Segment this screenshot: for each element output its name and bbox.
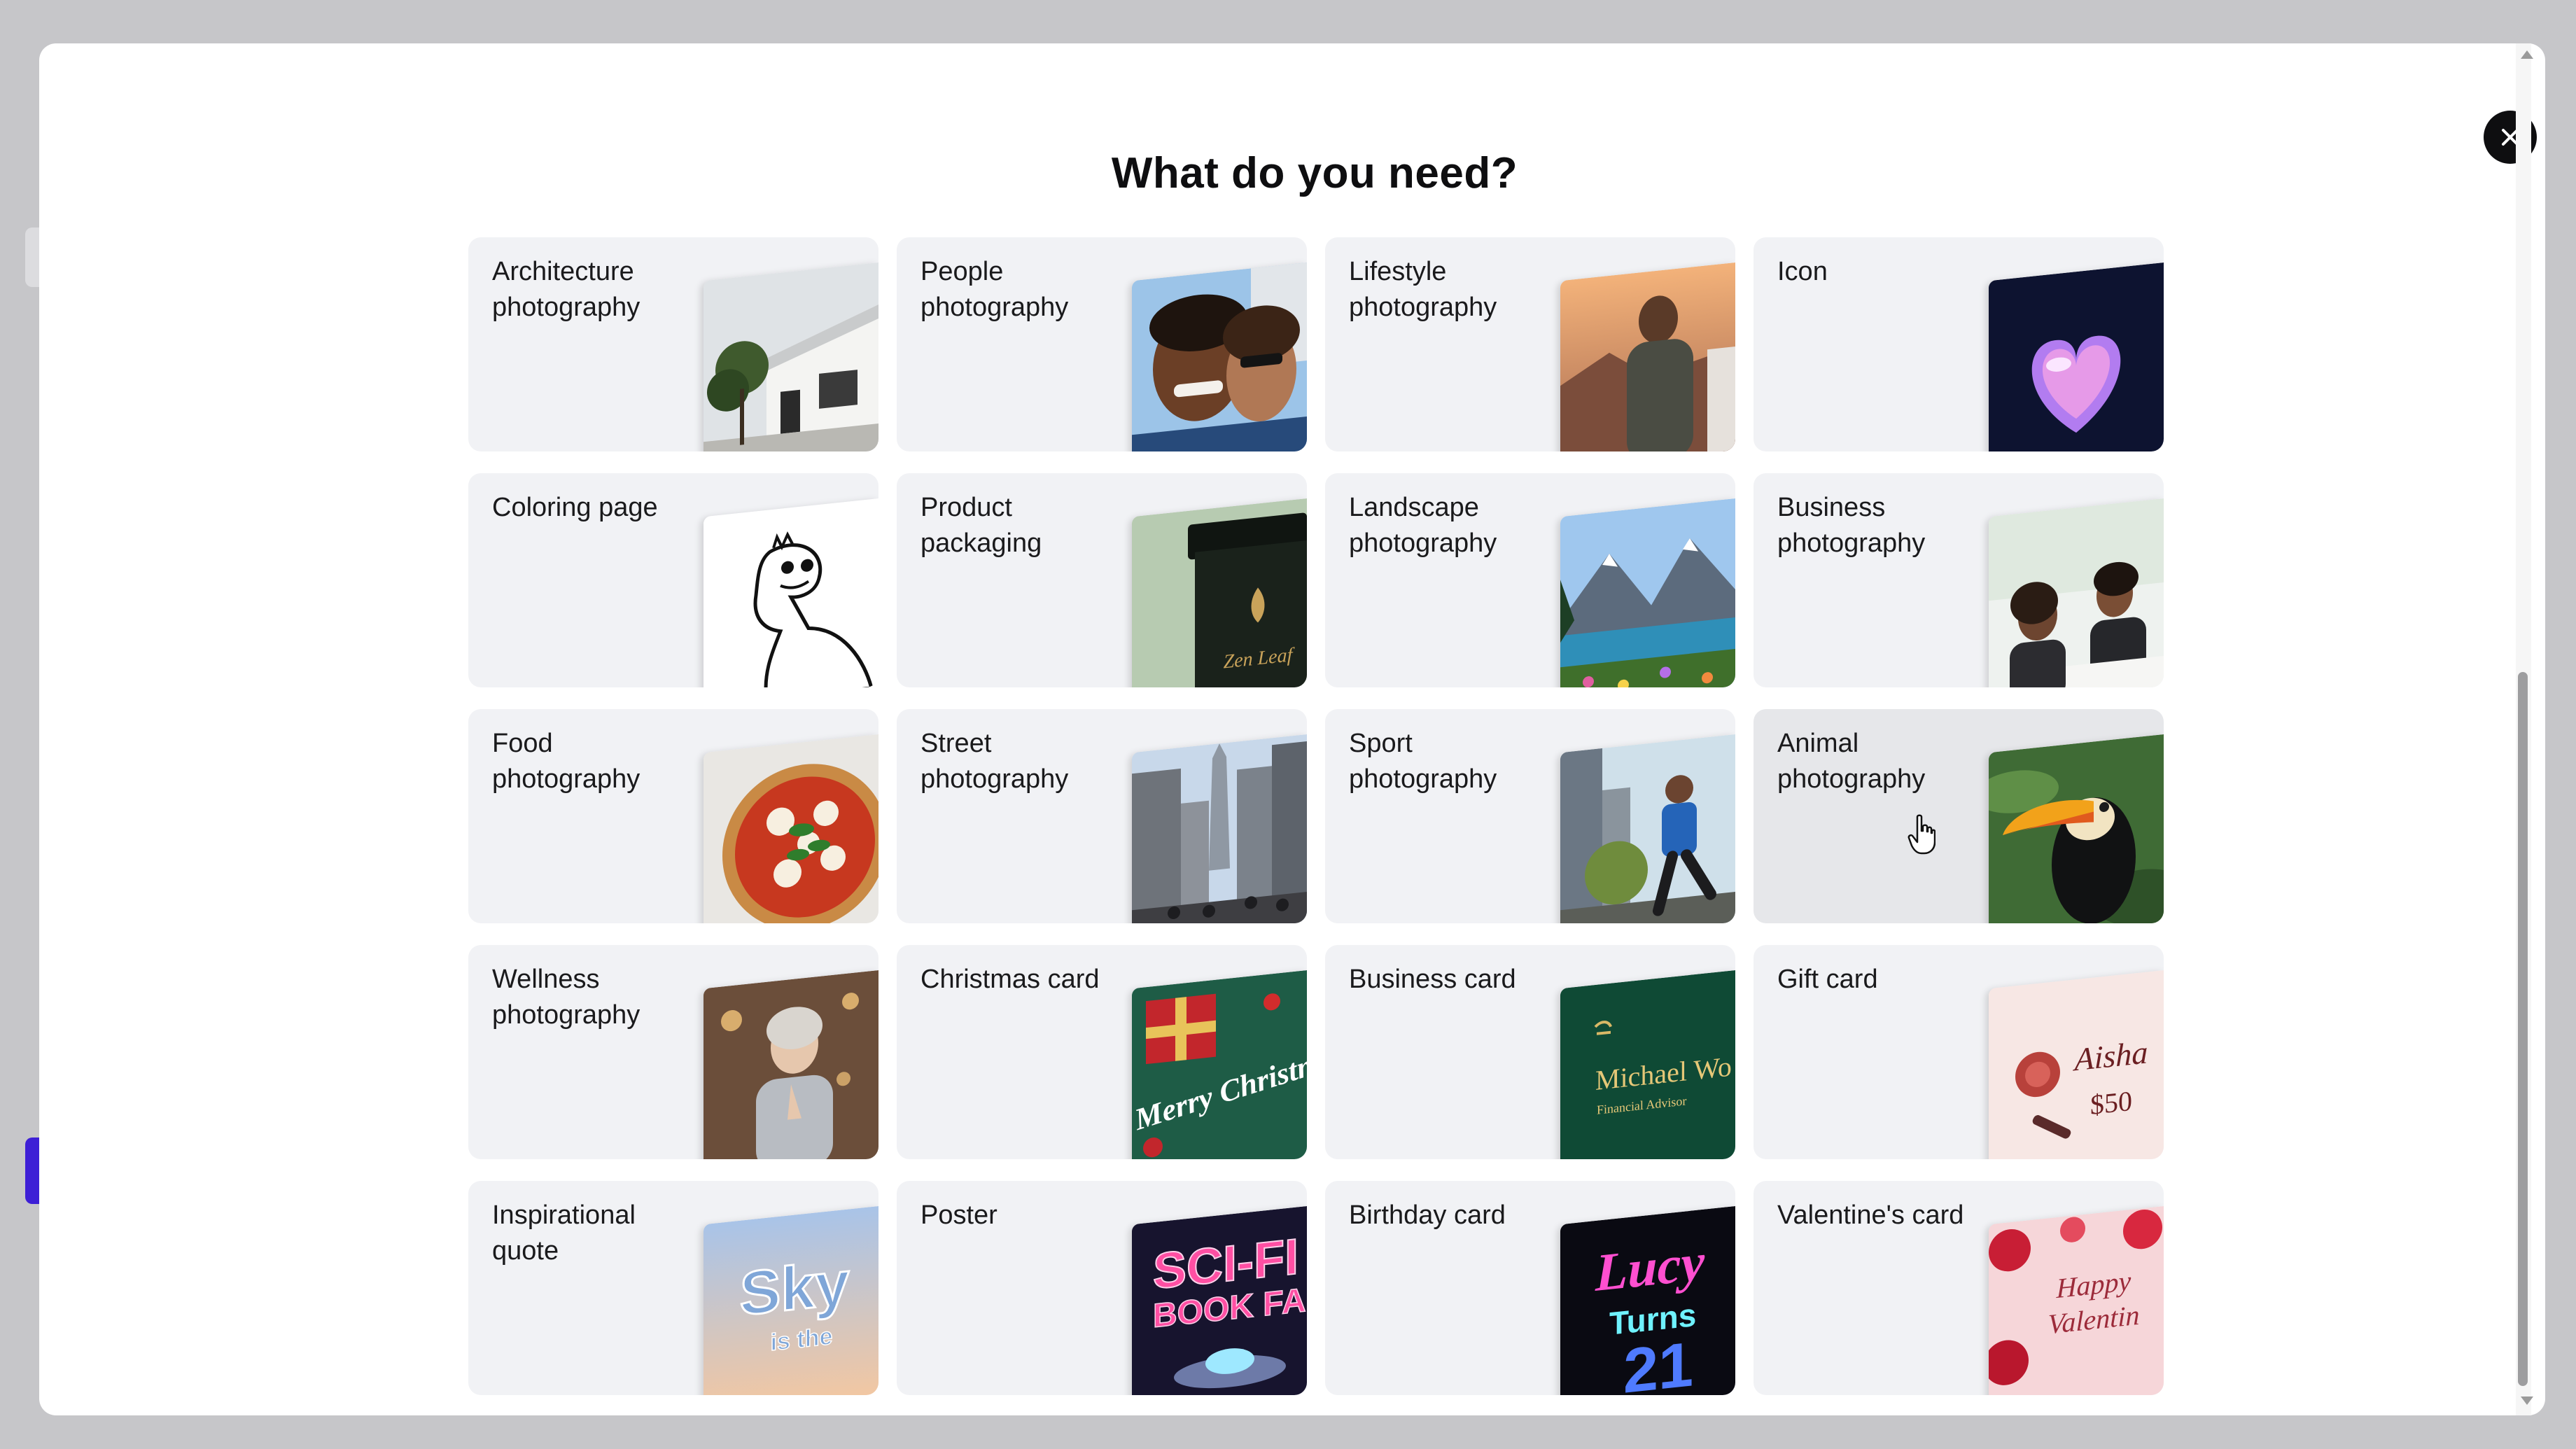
- card-valentines-card[interactable]: Valentine's card Happy Valentin: [1754, 1181, 2164, 1395]
- birthday-age: 21: [1623, 1329, 1693, 1395]
- birthday-name: Lucy: [1595, 1233, 1705, 1303]
- card-birthday-card[interactable]: Birthday card Lucy Turns 21: [1325, 1181, 1735, 1395]
- tea-jar-thumbnail: Zen Leaf: [1132, 498, 1307, 687]
- card-label: Sport photography: [1349, 729, 1497, 794]
- card-label: Inspirational quote: [492, 1200, 636, 1266]
- card-label: Business card: [1349, 965, 1516, 994]
- pizza-thumbnail: [704, 734, 878, 923]
- card-label: Coloring page: [492, 493, 658, 522]
- card-poster[interactable]: Poster SCI-FI BOOK FA: [897, 1181, 1307, 1395]
- card-label: Business photography: [1777, 493, 1926, 558]
- scroll-down-arrow-icon[interactable]: [2521, 1396, 2533, 1405]
- card-label: Icon: [1777, 257, 1828, 286]
- christmas-card-thumbnail: Merry Christm: [1132, 970, 1307, 1159]
- card-label: Christmas card: [920, 965, 1100, 994]
- card-business-photography[interactable]: Business photography: [1754, 473, 2164, 687]
- business-card-thumbnail: Michael Wo Financial Advisor: [1560, 970, 1735, 1159]
- card-landscape-photography[interactable]: Landscape photography: [1325, 473, 1735, 687]
- card-inspirational-quote[interactable]: Inspirational quote Sky is the: [468, 1181, 878, 1395]
- card-label: Lifestyle photography: [1349, 257, 1497, 322]
- card-wellness-photography[interactable]: Wellness photography: [468, 945, 878, 1159]
- sky-quote-thumbnail: Sky is the: [704, 1206, 878, 1395]
- card-street-photography[interactable]: Street photography: [897, 709, 1307, 923]
- card-label: Poster: [920, 1200, 997, 1230]
- card-label: Animal photography: [1777, 729, 1926, 794]
- meeting-thumbnail: [1989, 498, 2164, 687]
- scifi-poster-thumbnail: SCI-FI BOOK FA: [1132, 1206, 1307, 1395]
- background-accent-tab: [25, 1138, 41, 1204]
- architecture-thumbnail: [704, 262, 878, 451]
- card-animal-photography[interactable]: Animal photography: [1754, 709, 2164, 923]
- card-gift-card[interactable]: Gift card Aisha $50: [1754, 945, 2164, 1159]
- card-label: Landscape photography: [1349, 493, 1497, 558]
- card-label: Gift card: [1777, 965, 1878, 994]
- card-label: Street photography: [920, 729, 1069, 794]
- card-label: Product packaging: [920, 493, 1042, 558]
- city-street-thumbnail: [1132, 734, 1307, 923]
- card-sport-photography[interactable]: Sport photography: [1325, 709, 1735, 923]
- quote-main-text: Sky: [740, 1248, 850, 1329]
- scrollbar-thumb[interactable]: [2518, 672, 2528, 1386]
- card-label: People photography: [920, 257, 1069, 322]
- card-people-photography[interactable]: People photography: [897, 237, 1307, 451]
- card-christmas-card[interactable]: Christmas card Merry Christm: [897, 945, 1307, 1159]
- card-architecture-photography[interactable]: Architecture photography: [468, 237, 878, 451]
- template-picker-modal: What do you need? Architecture photograp…: [39, 43, 2545, 1415]
- card-label: Valentine's card: [1777, 1200, 1964, 1230]
- card-food-photography[interactable]: Food photography: [468, 709, 878, 923]
- lifestyle-thumbnail: [1560, 262, 1735, 451]
- meditation-thumbnail: [704, 970, 878, 1159]
- gift-card-thumbnail: Aisha $50: [1989, 970, 2164, 1159]
- card-label: Birthday card: [1349, 1200, 1506, 1230]
- card-product-packaging[interactable]: Product packaging Zen Leaf: [897, 473, 1307, 687]
- card-label: Architecture photography: [492, 257, 640, 322]
- card-label: Wellness photography: [492, 965, 640, 1030]
- dinosaur-coloring-thumbnail: [704, 498, 878, 687]
- birthday-card-thumbnail: Lucy Turns 21: [1560, 1206, 1735, 1395]
- gift-card-amount: $50: [2090, 1085, 2132, 1121]
- card-lifestyle-photography[interactable]: Lifestyle photography: [1325, 237, 1735, 451]
- mountain-lake-thumbnail: [1560, 498, 1735, 687]
- card-business-card[interactable]: Business card Michael Wo Financial Advis…: [1325, 945, 1735, 1159]
- valentine-card-thumbnail: Happy Valentin: [1989, 1206, 2164, 1395]
- toucan-thumbnail: [1989, 734, 2164, 923]
- modal-title: What do you need?: [1111, 149, 1518, 197]
- heart-icon-thumbnail: [1989, 262, 2164, 451]
- background-tab: [25, 227, 41, 287]
- card-icon[interactable]: Icon: [1754, 237, 2164, 451]
- scroll-up-arrow-icon[interactable]: [2521, 50, 2533, 59]
- card-label: Food photography: [492, 729, 640, 794]
- people-thumbnail: [1132, 262, 1307, 451]
- hand-pointer-cursor-icon: [1907, 814, 1935, 855]
- card-coloring-page[interactable]: Coloring page: [468, 473, 878, 687]
- runner-thumbnail: [1560, 734, 1735, 923]
